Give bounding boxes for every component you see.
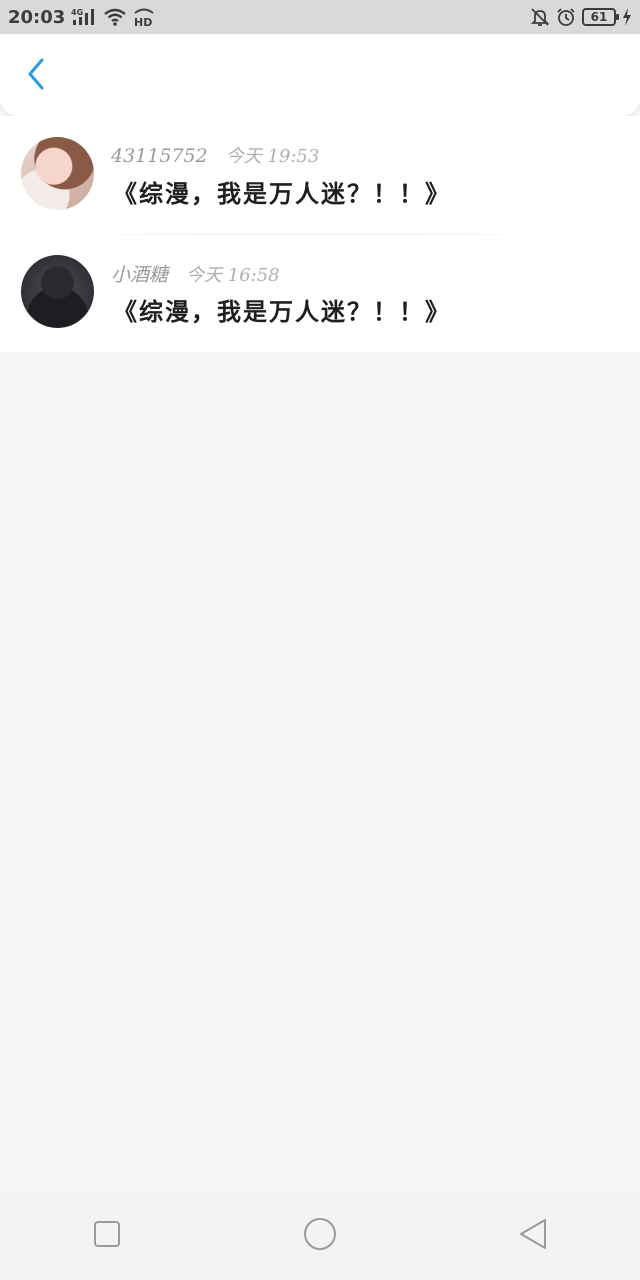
screen: 20:03 4G HD 61 43115752 今天 19:53 《综漫，我是万…	[0, 0, 640, 1280]
signal-icon: 4G	[71, 7, 97, 27]
status-right: 61	[530, 7, 632, 27]
list-item[interactable]: 小酒糖 今天 16:58 《综漫，我是万人迷？！！》	[0, 234, 640, 352]
chevron-left-icon	[26, 58, 46, 94]
status-bar: 20:03 4G HD 61	[0, 0, 640, 34]
alarm-icon	[556, 7, 576, 27]
home-button[interactable]	[290, 1206, 350, 1266]
message-time: 今天 16:58	[186, 265, 280, 286]
battery-level: 61	[590, 10, 608, 24]
back-nav-button[interactable]	[503, 1206, 563, 1266]
username: 43115752	[111, 145, 208, 167]
message-title: 《综漫，我是万人迷？！！》	[113, 179, 451, 208]
back-button[interactable]	[16, 56, 56, 96]
avatar[interactable]	[21, 137, 94, 210]
avatar[interactable]	[21, 255, 94, 328]
message-time: 今天 19:53	[225, 146, 320, 167]
message-title: 《综漫，我是万人迷？！！》	[113, 297, 451, 326]
recent-apps-icon	[93, 1220, 121, 1252]
header	[0, 34, 640, 116]
message-meta: 43115752 今天 19:53	[111, 142, 319, 168]
message-list: 43115752 今天 19:53 《综漫，我是万人迷？！！》 小酒糖 今天 1…	[0, 116, 640, 352]
wifi-icon	[103, 7, 127, 27]
status-left: 20:03 4G HD	[8, 7, 155, 28]
home-icon	[303, 1217, 337, 1255]
charging-icon	[622, 8, 632, 26]
recent-apps-button[interactable]	[77, 1206, 137, 1266]
username: 小酒糖	[111, 264, 169, 286]
back-triangle-icon	[518, 1218, 548, 1254]
status-time: 20:03	[8, 6, 66, 28]
battery-icon: 61	[582, 8, 619, 26]
network-type-label: 4G	[71, 8, 83, 17]
message-meta: 小酒糖 今天 16:58	[111, 260, 280, 287]
hd-icon: HD	[133, 7, 155, 27]
hd-label: HD	[134, 16, 152, 27]
navigation-bar	[0, 1192, 640, 1280]
list-item[interactable]: 43115752 今天 19:53 《综漫，我是万人迷？！！》	[0, 116, 640, 234]
mute-bell-icon	[530, 7, 550, 27]
